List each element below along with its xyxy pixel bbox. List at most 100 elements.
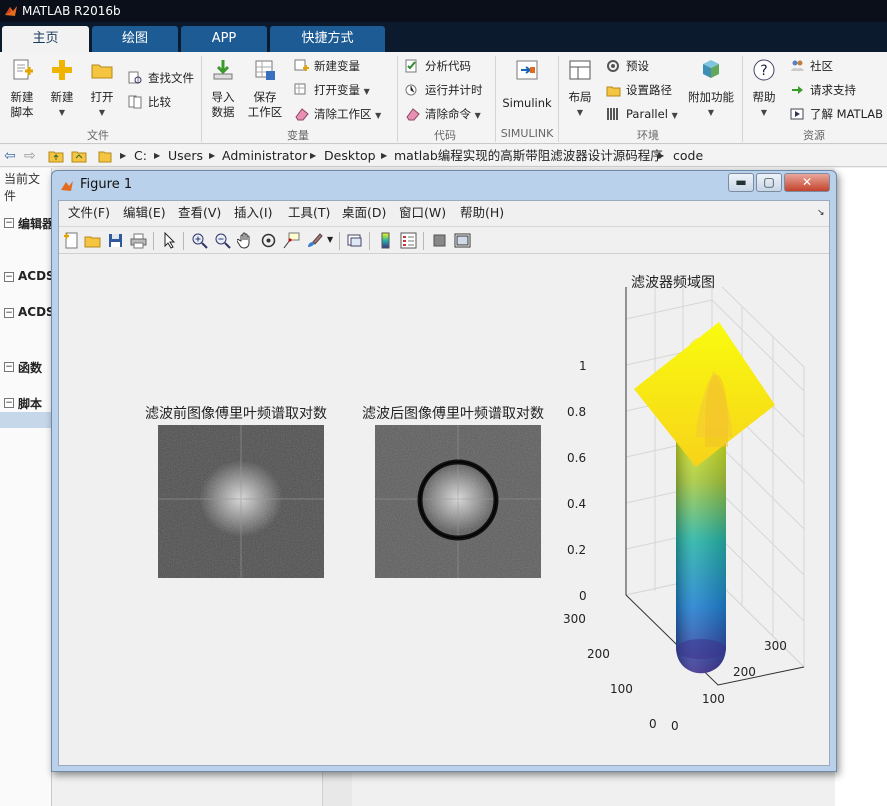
- analyze-code-button[interactable]: 分析代码: [405, 56, 471, 76]
- request-support-button[interactable]: 请求支持: [790, 80, 856, 100]
- learn-icon: [790, 108, 804, 120]
- eraser-icon: [406, 108, 420, 121]
- tab-apps[interactable]: APP: [181, 26, 267, 52]
- help-button[interactable]: ? 帮助 ▼: [749, 58, 779, 120]
- file-group-label: 文件: [87, 129, 109, 142]
- parallel-icon: [607, 108, 618, 120]
- save-icon[interactable]: [107, 232, 124, 249]
- import-label-2: 数据: [211, 105, 235, 119]
- hide-plot-tools-icon[interactable]: [431, 232, 448, 249]
- maximize-button[interactable]: ▢: [756, 173, 782, 192]
- browse-folder-icon[interactable]: [71, 149, 87, 163]
- menu-file[interactable]: 文件(F): [68, 201, 110, 225]
- clear-commands-button[interactable]: 清除命令 ▼: [405, 104, 481, 124]
- compare-button[interactable]: 比较: [128, 92, 171, 112]
- menu-insert[interactable]: 插入(I): [234, 201, 272, 225]
- crumb-project-folder[interactable]: matlab编程实现的高斯带阻滤波器设计源码程序: [394, 145, 663, 167]
- dock-arrow-icon[interactable]: ↘: [817, 201, 825, 225]
- preferences-button[interactable]: 预设: [606, 56, 649, 76]
- menu-window[interactable]: 窗口(W): [399, 201, 446, 225]
- simulink-label: Simulink: [502, 96, 552, 110]
- crumb-code[interactable]: code: [673, 145, 703, 167]
- analyze-code-label: 分析代码: [425, 59, 471, 73]
- ribbon: 新建 脚本 新建 ▼ 打开 ▼ 查找文件 比较 文件 导入 数据 保存 工作区 …: [0, 52, 887, 144]
- collapse-toggle[interactable]: −: [4, 362, 14, 372]
- run-and-time-label: 运行并计时: [425, 83, 483, 97]
- learn-matlab-button[interactable]: 了解 MATLAB: [790, 104, 883, 124]
- open-variable-button[interactable]: 打开变量 ▼: [294, 80, 370, 100]
- code-group-label: 代码: [434, 129, 456, 142]
- community-button[interactable]: 社区: [790, 56, 833, 76]
- ribbon-separator: [558, 56, 559, 142]
- resources-group-label: 资源: [803, 129, 825, 142]
- set-path-button[interactable]: 设置路径: [606, 80, 672, 100]
- pane-splitter[interactable]: [322, 770, 352, 806]
- open-variable-label: 打开变量: [314, 83, 360, 97]
- data-cursor-icon[interactable]: [283, 232, 300, 249]
- new-script-label-1: 新建: [10, 90, 34, 104]
- layout-button[interactable]: 布局 ▼: [565, 58, 595, 120]
- tree-item-functions[interactable]: 函数: [18, 359, 42, 376]
- open-file-icon[interactable]: [84, 232, 101, 249]
- print-icon[interactable]: [130, 232, 147, 249]
- crumb-desktop[interactable]: Desktop: [324, 145, 376, 167]
- collapse-toggle[interactable]: −: [4, 218, 14, 228]
- show-plot-tools-icon[interactable]: [454, 232, 471, 249]
- crumb-c-drive[interactable]: C:: [134, 145, 147, 167]
- new-script-button[interactable]: 新建 脚本: [6, 58, 38, 120]
- toolbar-separator: [183, 232, 184, 250]
- chevron-right-icon: ▶: [310, 151, 317, 160]
- toolbar-separator: [339, 232, 340, 250]
- new-variable-button[interactable]: 新建变量: [294, 56, 360, 76]
- open-button[interactable]: 打开 ▼: [88, 58, 116, 120]
- import-data-button[interactable]: 导入 数据: [207, 58, 239, 120]
- tree-item-acds-2[interactable]: ACDS: [18, 305, 55, 319]
- crumb-users[interactable]: Users: [168, 145, 203, 167]
- z-tick-label: 1: [579, 359, 587, 373]
- parallel-button[interactable]: Parallel ▼: [606, 104, 678, 124]
- tab-shortcuts[interactable]: 快捷方式: [270, 26, 385, 52]
- chevron-down-icon[interactable]: ▼: [327, 235, 333, 244]
- tab-plots[interactable]: 绘图: [92, 26, 178, 52]
- zoom-in-icon[interactable]: [191, 232, 208, 249]
- up-folder-icon[interactable]: [48, 149, 64, 163]
- tree-item-scripts[interactable]: 脚本: [18, 395, 42, 412]
- menu-desktop[interactable]: 桌面(D): [342, 201, 386, 225]
- pointer-icon[interactable]: [161, 232, 178, 249]
- menu-view[interactable]: 查看(V): [178, 201, 221, 225]
- save-workspace-button[interactable]: 保存 工作区: [247, 58, 283, 120]
- collapse-toggle[interactable]: −: [4, 398, 14, 408]
- colorbar-icon[interactable]: [377, 232, 394, 249]
- menu-edit[interactable]: 编辑(E): [123, 201, 166, 225]
- new-button[interactable]: 新建 ▼: [48, 58, 76, 120]
- back-arrow-icon[interactable]: ⇦: [4, 145, 16, 167]
- forward-arrow-icon[interactable]: ⇨: [24, 145, 36, 167]
- chevron-down-icon: ▼: [576, 108, 584, 117]
- tab-home[interactable]: 主页: [2, 26, 89, 52]
- menu-help[interactable]: 帮助(H): [460, 201, 504, 225]
- layout-label: 布局: [568, 90, 592, 104]
- simulink-button[interactable]: Simulink: [502, 58, 552, 111]
- support-icon: [792, 86, 803, 94]
- clear-workspace-button[interactable]: 清除工作区 ▼: [294, 104, 381, 124]
- link-plot-icon[interactable]: [347, 232, 364, 249]
- menu-tools[interactable]: 工具(T): [288, 201, 330, 225]
- new-figure-icon[interactable]: [63, 232, 80, 249]
- minimize-button[interactable]: ▬: [728, 173, 754, 192]
- selected-row[interactable]: [0, 412, 52, 428]
- tree-item-acds-1[interactable]: ACDS: [18, 269, 55, 283]
- tree-item-editor[interactable]: 编辑器: [18, 215, 54, 232]
- pan-hand-icon[interactable]: [237, 232, 254, 249]
- find-files-button[interactable]: 查找文件: [128, 68, 194, 88]
- collapse-toggle[interactable]: −: [4, 272, 14, 282]
- collapse-toggle[interactable]: −: [4, 308, 14, 318]
- close-button[interactable]: ✕: [784, 173, 830, 192]
- legend-icon[interactable]: [400, 232, 417, 249]
- run-and-time-button[interactable]: 运行并计时: [405, 80, 483, 100]
- rotate-3d-icon[interactable]: [260, 232, 277, 249]
- zoom-out-icon[interactable]: [214, 232, 231, 249]
- addons-button[interactable]: 附加功能 ▼: [688, 58, 734, 120]
- brush-icon[interactable]: [306, 232, 323, 249]
- new-script-label-2: 脚本: [10, 105, 34, 119]
- crumb-administrator[interactable]: Administrator: [222, 145, 307, 167]
